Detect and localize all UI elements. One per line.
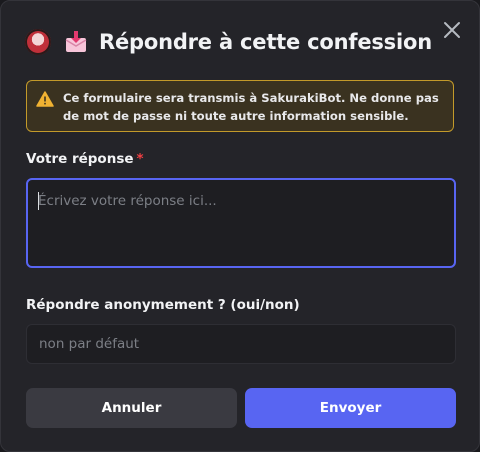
anonymous-input-box	[26, 324, 456, 364]
close-icon[interactable]	[441, 19, 463, 41]
warning-banner: Ce formulaire sera transmis à SakurakiBo…	[26, 80, 454, 132]
bot-avatar	[25, 29, 51, 55]
warning-icon	[36, 91, 54, 107]
response-textarea-box	[26, 178, 456, 268]
warning-text: Ce formulaire sera transmis à SakurakiBo…	[63, 91, 439, 123]
send-button[interactable]: Envoyer	[245, 388, 456, 428]
response-label: Votre réponse *	[26, 151, 144, 167]
anonymous-input[interactable]	[27, 325, 455, 363]
modal-header: Répondre à cette confession	[25, 27, 432, 57]
response-label-text: Votre réponse	[26, 151, 134, 167]
cancel-button[interactable]: Annuler	[26, 388, 237, 428]
response-textarea[interactable]	[28, 180, 454, 266]
envelope-download-icon	[65, 31, 87, 52]
required-mark: *	[136, 151, 144, 167]
modal-title: Répondre à cette confession	[99, 30, 432, 54]
anonymous-label: Répondre anonymement ? (oui/non)	[26, 297, 300, 313]
confession-reply-modal: Répondre à cette confession Ce formulair…	[0, 0, 480, 452]
